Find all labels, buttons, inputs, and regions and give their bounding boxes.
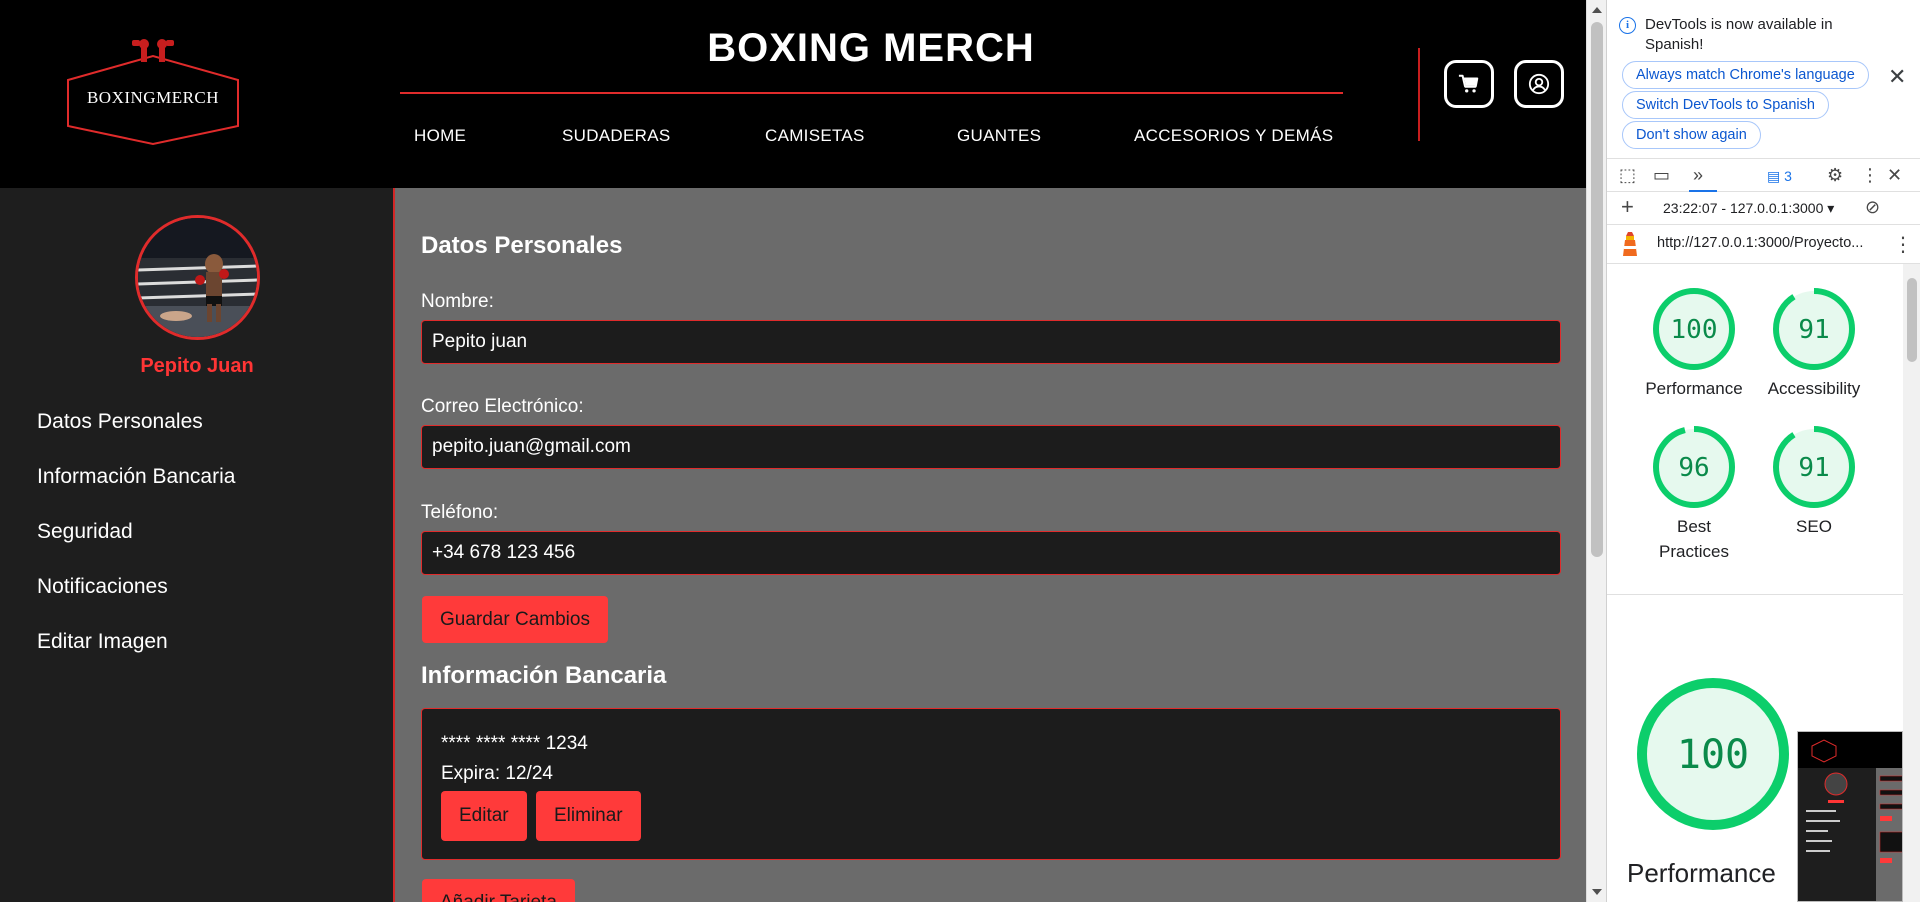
issues-badge[interactable]: ▤ 3 xyxy=(1767,168,1792,185)
devtools-toolbar: ⬚ ▭ » ▤ 3 ⚙ ⋮ ✕ xyxy=(1607,158,1920,192)
score-gauge-performance[interactable]: 100 Performance xyxy=(1639,288,1749,401)
card-number: **** **** **** 1234 xyxy=(441,733,588,754)
kebab-menu-icon[interactable]: ⋮ xyxy=(1861,165,1879,185)
settings-gear-icon[interactable]: ⚙ xyxy=(1827,165,1843,185)
profile-menu: Datos Personales Información Bancaria Se… xyxy=(37,410,235,685)
score-gauge-accessibility[interactable]: 91 Accessibility xyxy=(1759,288,1869,401)
language-notice-text: DevTools is now available in Spanish! xyxy=(1645,16,1833,53)
nav-accesorios[interactable]: ACCESORIOS Y DEMÁS xyxy=(1134,126,1333,146)
account-button[interactable] xyxy=(1514,60,1564,108)
scroll-up-arrow-icon[interactable] xyxy=(1592,7,1602,13)
score-label: Performance xyxy=(1645,379,1743,398)
more-tabs-icon[interactable]: » xyxy=(1693,165,1703,185)
banking-title: Información Bancaria xyxy=(421,662,667,689)
score-value: 91 xyxy=(1798,453,1829,483)
devtools-scrollbar[interactable] xyxy=(1903,264,1920,902)
dont-show-again-button[interactable]: Don't show again xyxy=(1622,121,1761,149)
active-tab-indicator xyxy=(1689,190,1717,192)
nav-guantes[interactable]: GUANTES xyxy=(957,126,1041,146)
inspect-element-icon[interactable]: ⬚ xyxy=(1619,165,1636,185)
website-viewport: BOXINGMERCH BOXING MERCH HOME SUDADERAS … xyxy=(0,0,1586,902)
site-title: BOXING MERCH xyxy=(707,26,1035,70)
gauges-divider xyxy=(1607,594,1920,595)
card-expiry: Expira: 12/24 xyxy=(441,763,553,784)
name-input[interactable]: Pepito juan xyxy=(421,320,1561,364)
page-scroll-thumb[interactable] xyxy=(1591,22,1603,557)
report-url: http://127.0.0.1:3000/Proyecto... xyxy=(1657,235,1864,251)
title-divider xyxy=(400,92,1343,94)
clear-reports-icon[interactable]: ⊘ xyxy=(1865,197,1880,217)
menu-seguridad[interactable]: Seguridad xyxy=(37,520,235,575)
score-value: 100 xyxy=(1677,732,1749,778)
score-label: Accessibility xyxy=(1767,379,1861,398)
user-circle-icon xyxy=(1528,73,1550,95)
nav-sudaderas[interactable]: SUDADERAS xyxy=(562,126,671,146)
performance-gauge-ring: 100 xyxy=(1637,678,1789,830)
nav-camisetas[interactable]: CAMISETAS xyxy=(765,126,865,146)
score-label: SEO xyxy=(1796,517,1832,536)
avatar-boxing-photo xyxy=(138,218,257,337)
score-gauge-best-practices[interactable]: 96 Best Practices xyxy=(1639,426,1749,564)
switch-language-button[interactable]: Switch DevTools to Spanish xyxy=(1622,91,1829,119)
scroll-down-arrow-icon[interactable] xyxy=(1592,889,1602,895)
phone-input[interactable]: +34 678 123 456 xyxy=(421,531,1561,575)
score-value: 100 xyxy=(1671,315,1718,345)
score-gauge-seo[interactable]: 91 SEO xyxy=(1759,426,1869,539)
report-selector[interactable]: 23:22:07 - 127.0.0.1:3000 ▾ xyxy=(1663,200,1834,217)
close-icon[interactable]: ✕ xyxy=(1888,66,1906,88)
performance-big-label: Performance xyxy=(1627,858,1776,888)
save-changes-button[interactable]: Guardar Cambios xyxy=(422,596,608,643)
language-notice: i DevTools is now available in Spanish! … xyxy=(1607,0,1920,155)
menu-notificaciones[interactable]: Notificaciones xyxy=(37,575,235,630)
header-divider xyxy=(1418,48,1420,141)
menu-editar-imagen[interactable]: Editar Imagen xyxy=(37,630,235,685)
page-screenshot-thumbnail[interactable] xyxy=(1797,731,1903,902)
profile-content: Datos Personales Nombre: Pepito juan Cor… xyxy=(395,188,1586,902)
phone-label: Teléfono: xyxy=(421,502,499,523)
info-icon: i xyxy=(1619,17,1636,34)
site-logo[interactable]: BOXINGMERCH xyxy=(64,36,242,148)
thumbnail-preview xyxy=(1798,732,1902,901)
report-menu-icon[interactable]: ⋮ xyxy=(1893,232,1913,257)
saved-card: **** **** **** 1234 Expira: 12/24 Editar… xyxy=(421,708,1561,860)
personal-data-title: Datos Personales xyxy=(421,232,623,259)
site-header: BOXINGMERCH BOXING MERCH HOME SUDADERAS … xyxy=(0,0,1586,188)
menu-informacion-bancaria[interactable]: Información Bancaria xyxy=(37,465,235,520)
profile-sidebar: Pepito Juan Datos Personales Información… xyxy=(0,188,394,902)
score-value: 96 xyxy=(1678,453,1709,483)
issues-count: 3 xyxy=(1784,168,1792,184)
match-language-button[interactable]: Always match Chrome's language xyxy=(1622,61,1869,89)
name-label: Nombre: xyxy=(421,291,494,312)
score-label: Best Practices xyxy=(1659,517,1729,561)
new-report-plus-icon[interactable]: + xyxy=(1621,196,1634,218)
nav-home[interactable]: HOME xyxy=(414,126,466,146)
logo-text: BOXINGMERCH xyxy=(86,88,220,107)
avatar xyxy=(135,215,260,340)
delete-card-button[interactable]: Eliminar xyxy=(536,791,641,841)
email-label: Correo Electrónico: xyxy=(421,396,584,417)
lighthouse-icon xyxy=(1623,232,1637,256)
page-scrollbar[interactable] xyxy=(1586,0,1606,902)
add-card-button[interactable]: Añadir Tarjeta xyxy=(422,879,575,902)
lighthouse-url-bar: http://127.0.0.1:3000/Proyecto... ⋮ xyxy=(1607,226,1920,264)
devtools-panel: i DevTools is now available in Spanish! … xyxy=(1606,0,1920,902)
report-selector-value: 23:22:07 - 127.0.0.1:3000 xyxy=(1663,200,1824,216)
performance-big-gauge: 100 xyxy=(1637,678,1789,835)
devtools-scroll-thumb[interactable] xyxy=(1907,278,1917,362)
lighthouse-toolbar: + 23:22:07 - 127.0.0.1:3000 ▾ ⊘ xyxy=(1607,193,1920,225)
profile-name: Pepito Juan xyxy=(140,355,254,377)
email-input[interactable]: pepito.juan@gmail.com xyxy=(421,425,1561,469)
cart-icon xyxy=(1458,74,1479,93)
cart-button[interactable] xyxy=(1444,60,1494,108)
device-toolbar-icon[interactable]: ▭ xyxy=(1653,165,1670,185)
score-value: 91 xyxy=(1798,315,1829,345)
main-nav: HOME SUDADERAS CAMISETAS GUANTES ACCESOR… xyxy=(400,126,1343,150)
close-devtools-icon[interactable]: ✕ xyxy=(1887,165,1902,185)
edit-card-button[interactable]: Editar xyxy=(441,791,527,841)
menu-datos-personales[interactable]: Datos Personales xyxy=(37,410,235,465)
